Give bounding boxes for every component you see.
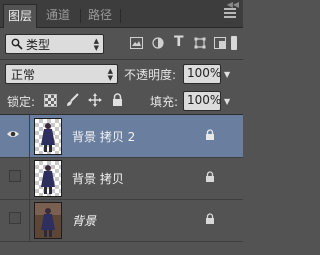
blend-mode-value: 正常: [11, 68, 36, 82]
visibility-eye-icon[interactable]: [6, 127, 20, 141]
lock-position-move-icon[interactable]: [88, 93, 102, 107]
layer-thumbnail[interactable]: [34, 118, 62, 155]
fill-label: 填充:: [150, 95, 179, 109]
dropdown-arrow-icon: ▲ ▼: [107, 67, 113, 82]
lock-image-pixels-brush-icon[interactable]: [66, 93, 80, 107]
photo-thumbnail-image: [35, 203, 61, 238]
tab-layers[interactable]: 图层: [3, 4, 37, 28]
tab-divider: [120, 9, 121, 23]
opacity-input[interactable]: 100%: [183, 64, 221, 84]
filter-kind-select[interactable]: 类型 ▲ ▼: [5, 34, 104, 54]
panel-menu-icon[interactable]: [224, 8, 236, 20]
layer-name[interactable]: 背景: [72, 212, 96, 229]
visibility-toggle-empty[interactable]: [9, 170, 21, 182]
layer-lock-icon: [206, 213, 214, 224]
column-divider: [29, 199, 30, 241]
layer-thumbnail[interactable]: [34, 202, 62, 239]
adjustment-layer-filter-icon[interactable]: [152, 37, 164, 49]
filter-toggle-switch[interactable]: [231, 36, 237, 50]
search-icon: [11, 38, 23, 50]
layer-row[interactable]: 背景: [0, 199, 243, 242]
fill-value: 100%: [187, 93, 222, 107]
tab-divider: [80, 9, 81, 23]
fill-input[interactable]: 100%: [183, 91, 221, 111]
layer-name[interactable]: 背景 拷贝 2: [72, 128, 135, 145]
shape-layer-filter-icon[interactable]: [194, 37, 206, 49]
tab-paths[interactable]: 路径: [84, 4, 116, 27]
layer-lock-icon: [206, 129, 214, 140]
type-layer-filter-icon[interactable]: T: [174, 34, 184, 50]
layer-row[interactable]: 背景 拷贝: [0, 157, 243, 200]
layer-lock-icon: [206, 171, 214, 182]
fill-dropdown-icon[interactable]: ▼: [224, 97, 230, 106]
column-divider: [29, 157, 30, 199]
divider: [0, 59, 243, 60]
layer-name[interactable]: 背景 拷贝: [72, 170, 124, 187]
layer-row[interactable]: 背景 拷贝 2: [0, 115, 243, 158]
figure-thumbnail-image: [41, 123, 55, 152]
opacity-dropdown-icon[interactable]: ▼: [224, 70, 230, 79]
column-divider: [29, 115, 30, 157]
panel-tab-bar: 图层 通道 路径 ◀◀: [0, 0, 243, 28]
pixel-layer-filter-icon[interactable]: [130, 37, 143, 49]
dropdown-arrow-icon: ▲ ▼: [93, 37, 99, 52]
figure-thumbnail-image: [41, 165, 55, 194]
lock-all-icon[interactable]: [112, 93, 123, 107]
blend-mode-select[interactable]: 正常 ▲ ▼: [5, 64, 118, 84]
layer-thumbnail[interactable]: [34, 160, 62, 197]
opacity-label: 不透明度:: [124, 68, 177, 82]
visibility-toggle-empty[interactable]: [9, 212, 21, 224]
opacity-value: 100%: [187, 66, 222, 80]
filter-kind-label: 类型: [26, 38, 51, 52]
tab-channels[interactable]: 通道: [42, 4, 74, 27]
lock-transparent-pixels-icon[interactable]: [44, 94, 57, 107]
smart-object-filter-icon[interactable]: [214, 37, 226, 49]
lock-label: 锁定:: [7, 95, 36, 109]
